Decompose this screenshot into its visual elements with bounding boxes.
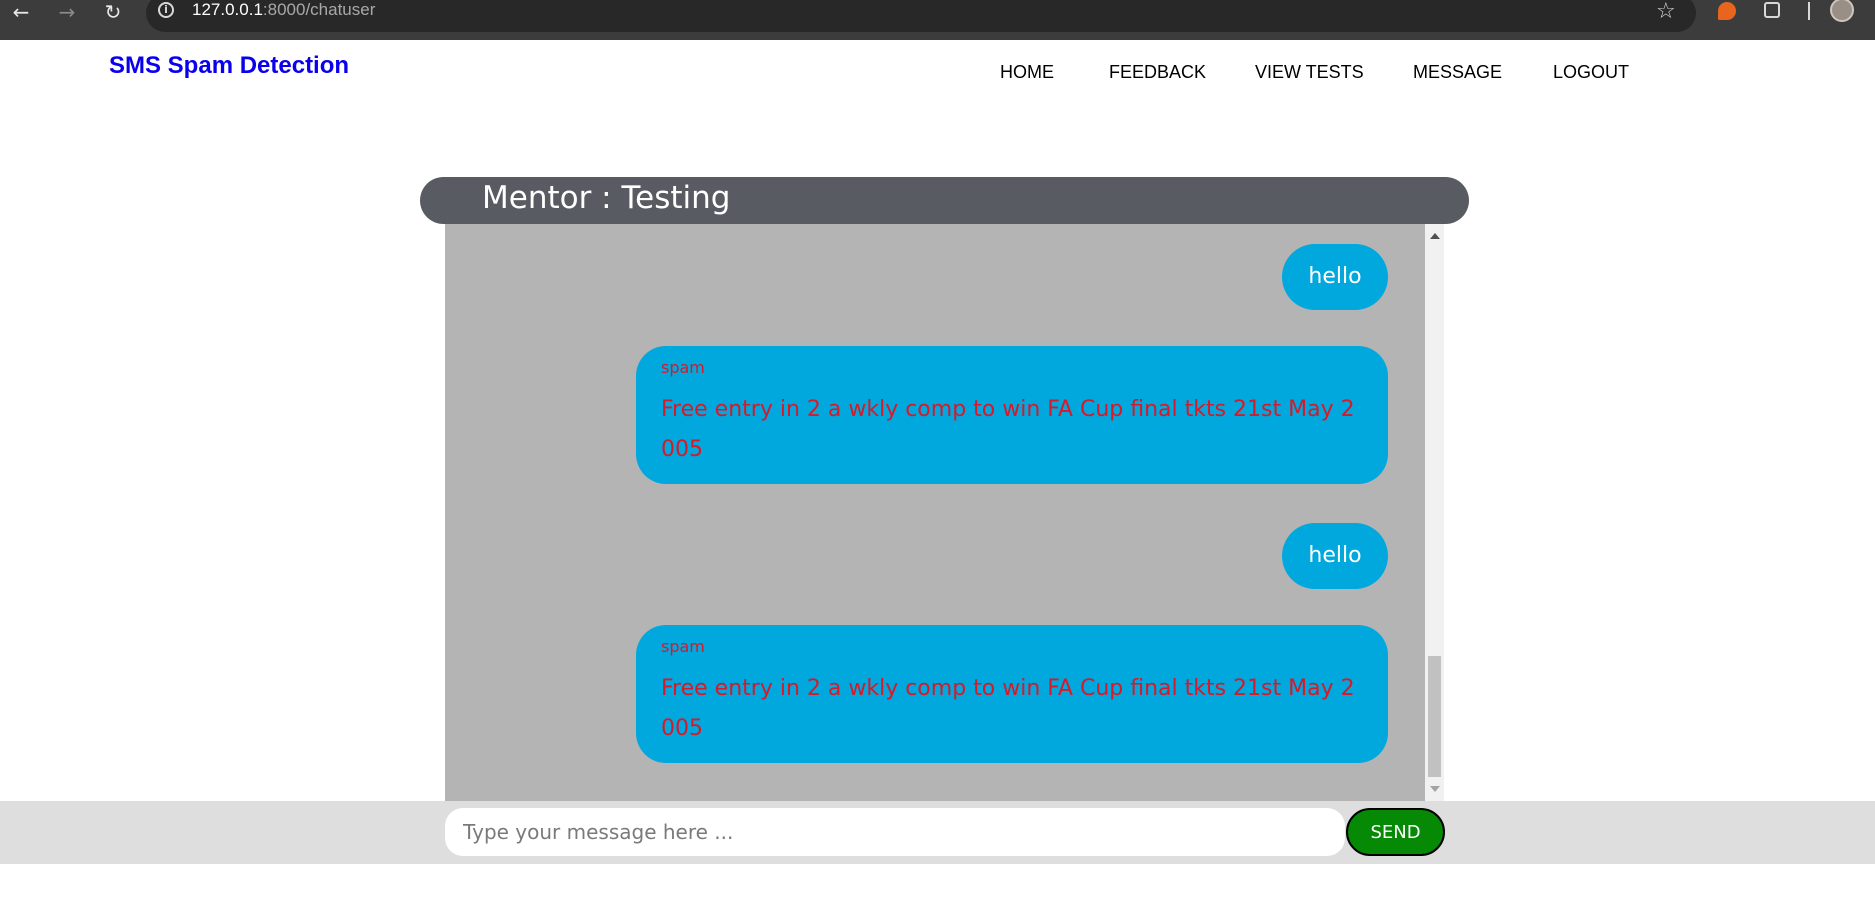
spam-label: spam bbox=[661, 358, 705, 377]
scroll-down-icon[interactable] bbox=[1430, 786, 1440, 792]
spam-label: spam bbox=[661, 637, 705, 656]
nav-view-tests[interactable]: VIEW TESTS bbox=[1255, 62, 1364, 83]
chat-title: Mentor : Testing bbox=[482, 180, 731, 216]
scroll-up-icon[interactable] bbox=[1430, 233, 1440, 239]
url-text: 127.0.0.1:8000/chatuser bbox=[192, 0, 376, 19]
toolbar-divider bbox=[1808, 2, 1810, 20]
chat-header: Mentor : Testing bbox=[420, 177, 1469, 224]
reply-text: Free entry in 2 a wkly comp to win FA Cu… bbox=[661, 397, 1355, 462]
nav-feedback[interactable]: FEEDBACK bbox=[1109, 62, 1206, 83]
scrollbar-thumb[interactable] bbox=[1428, 656, 1441, 777]
reply-text: Free entry in 2 a wkly comp to win FA Cu… bbox=[661, 676, 1355, 741]
sent-message: hello bbox=[1282, 523, 1388, 589]
back-arrow-icon[interactable]: ← bbox=[8, 0, 34, 24]
address-bar[interactable]: i 127.0.0.1:8000/chatuser bbox=[146, 0, 1696, 32]
chat-scrollbar[interactable] bbox=[1425, 224, 1444, 801]
reply-message: spam Free entry in 2 a wkly comp to win … bbox=[636, 625, 1388, 763]
puzzle-icon[interactable] bbox=[1764, 2, 1780, 18]
nav-message[interactable]: MESSAGE bbox=[1413, 62, 1502, 83]
browser-toolbar: ← → ↻ i 127.0.0.1:8000/chatuser ☆ bbox=[0, 0, 1875, 40]
reload-icon[interactable]: ↻ bbox=[100, 0, 126, 24]
info-icon[interactable]: i bbox=[158, 2, 174, 18]
nav-logout[interactable]: LOGOUT bbox=[1553, 62, 1629, 83]
extension-icon[interactable] bbox=[1718, 2, 1736, 20]
star-icon[interactable]: ☆ bbox=[1656, 0, 1676, 24]
sent-message: hello bbox=[1282, 244, 1388, 310]
site-brand[interactable]: SMS Spam Detection bbox=[109, 52, 349, 80]
chat-messages[interactable]: hello spam Free entry in 2 a wkly comp t… bbox=[445, 224, 1425, 801]
send-button[interactable]: SEND bbox=[1346, 808, 1445, 856]
message-input[interactable] bbox=[445, 808, 1345, 856]
forward-arrow-icon[interactable]: → bbox=[54, 0, 80, 24]
profile-avatar[interactable] bbox=[1830, 0, 1854, 22]
reply-message: spam Free entry in 2 a wkly comp to win … bbox=[636, 346, 1388, 484]
nav-home[interactable]: HOME bbox=[1000, 62, 1054, 83]
